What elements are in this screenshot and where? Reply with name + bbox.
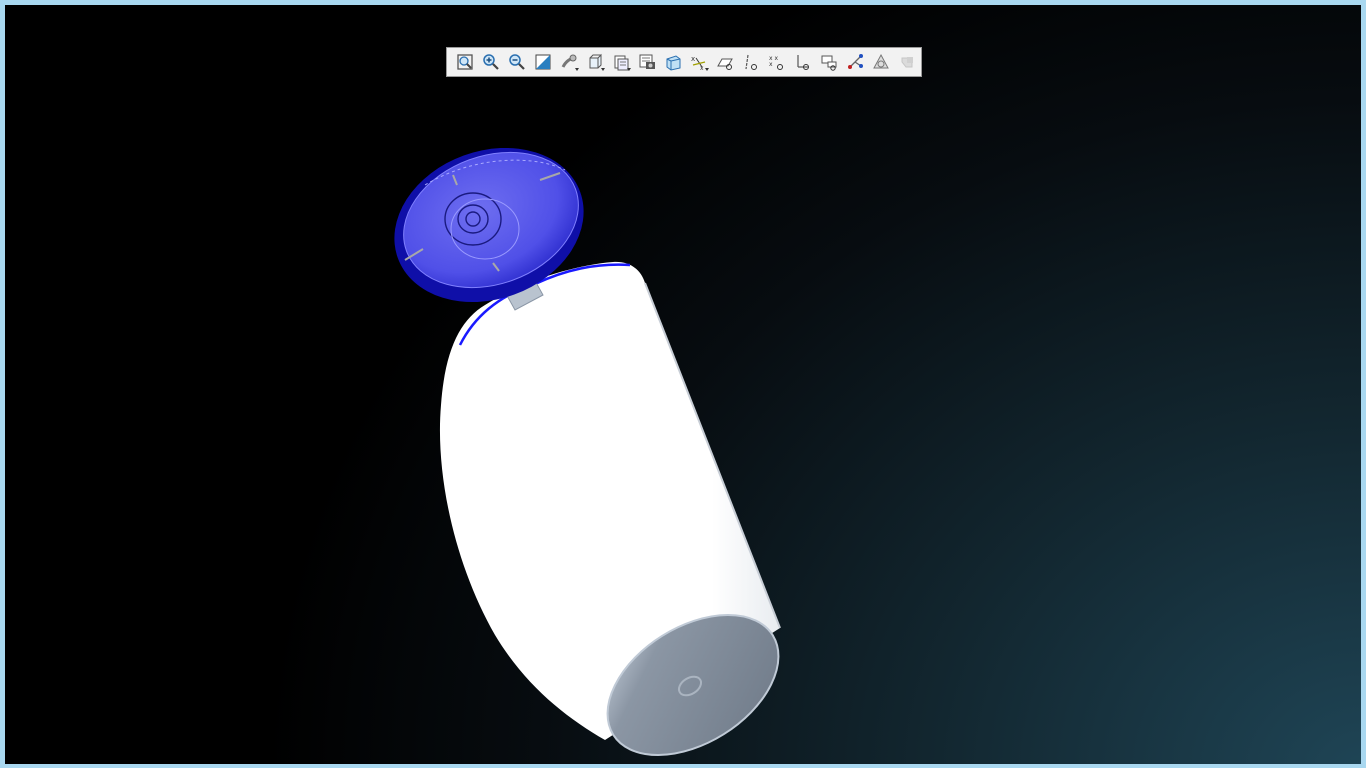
spin-center-icon [846, 53, 864, 71]
repaint-button[interactable] [530, 49, 556, 75]
perspective-button[interactable] [660, 49, 686, 75]
view-toolbar: xxx xx [446, 47, 922, 77]
csys-display-button[interactable] [790, 49, 816, 75]
point-display-button[interactable]: x xx [764, 49, 790, 75]
reorient-button[interactable] [556, 49, 582, 75]
point-display-icon: x xx [768, 53, 786, 71]
zoom-in-icon [482, 53, 500, 71]
display-style-icon [586, 53, 604, 71]
view-manager-button[interactable] [634, 49, 660, 75]
bottle-model[interactable] [5, 5, 1361, 764]
zoom-out-button[interactable] [504, 49, 530, 75]
perspective-view-icon [664, 53, 682, 71]
plane-display-icon [716, 53, 734, 71]
annotation-display-button[interactable]: xx [686, 49, 712, 75]
annotation-display-icon: xx [690, 53, 708, 71]
zoom-out-icon [508, 53, 526, 71]
saved-orientations-button[interactable] [608, 49, 634, 75]
svg-text:x: x [769, 61, 773, 68]
axis-display-button[interactable] [738, 49, 764, 75]
saved-orientations-icon [612, 53, 630, 71]
repaint-icon [534, 53, 552, 71]
annotation-toggle-icon [820, 53, 838, 71]
zoom-in-button[interactable] [478, 49, 504, 75]
graphics-viewport[interactable]: xxx xx [5, 5, 1361, 764]
simulation-icon [872, 53, 890, 71]
svg-text:x: x [691, 55, 695, 63]
disabled-tool-button [894, 49, 920, 75]
spin-center-button[interactable] [842, 49, 868, 75]
axis-display-icon [742, 53, 760, 71]
view-manager-icon [638, 53, 656, 71]
zoom-fit-icon [456, 53, 474, 71]
plane-display-button[interactable] [712, 49, 738, 75]
display-style-button[interactable] [582, 49, 608, 75]
csys-display-icon [794, 53, 812, 71]
svg-text:x: x [700, 65, 704, 71]
annotation-toggle-button[interactable] [816, 49, 842, 75]
reorient-icon [560, 53, 578, 71]
simulation-button[interactable] [868, 49, 894, 75]
refit-button[interactable] [452, 49, 478, 75]
disabled-tool-icon [898, 53, 916, 71]
